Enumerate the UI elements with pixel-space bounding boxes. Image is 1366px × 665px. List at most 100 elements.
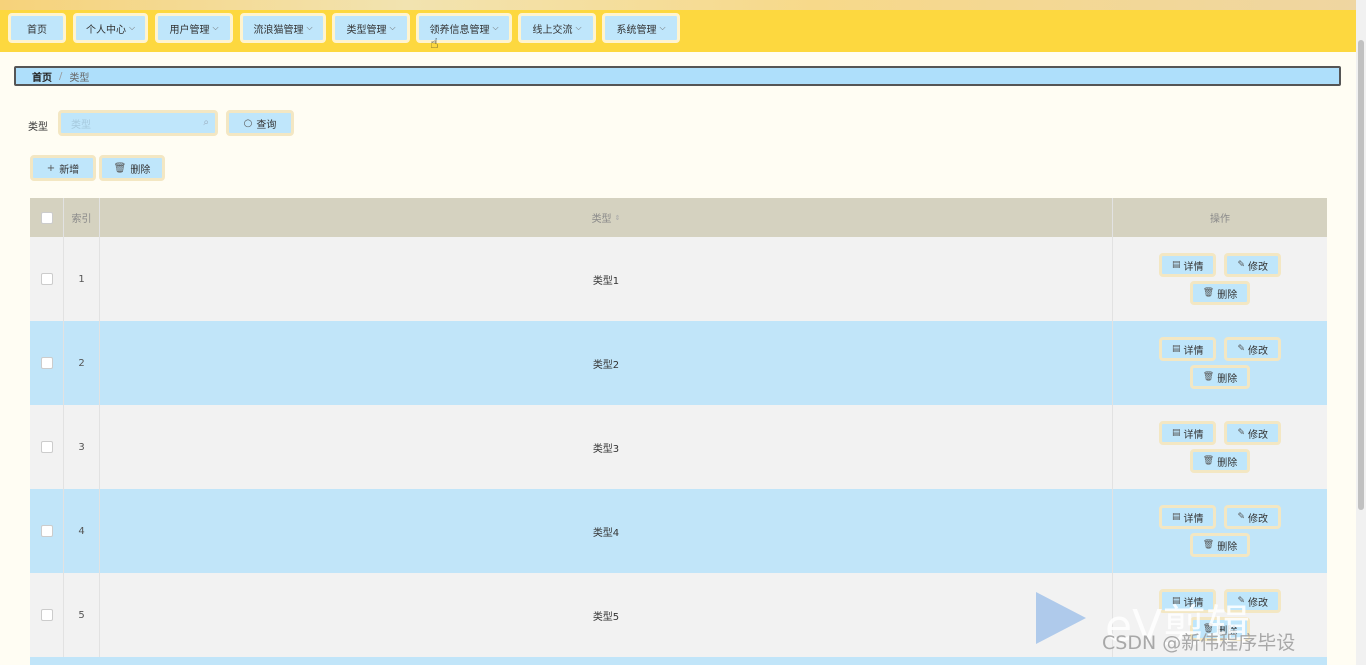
table-row-partial xyxy=(30,657,1327,665)
top-banner-strip xyxy=(0,0,1356,10)
nav-label: 线上交流 xyxy=(532,24,573,36)
row-checkbox[interactable] xyxy=(40,609,53,621)
document-icon: ▤ xyxy=(1171,344,1181,354)
chevron-down-icon: ⌵ xyxy=(659,23,666,32)
watermark-text: CSDN @新伟程序毕设 xyxy=(1102,632,1296,654)
header-checkbox-cell xyxy=(30,198,64,237)
search-input[interactable]: 类型 ⌕ xyxy=(58,110,218,136)
detail-label: 详情 xyxy=(1183,513,1204,525)
table-row: 1 类型1 ▤ 详情 ✎ 修改 🗑 删除 xyxy=(30,237,1327,321)
play-logo-icon xyxy=(1036,592,1086,644)
search-label: 类型 xyxy=(28,122,48,133)
search-icon: ⌕ xyxy=(203,117,209,128)
breadcrumb-current: 类型 xyxy=(69,72,90,84)
trash-icon: 🗑 xyxy=(1202,540,1215,550)
trash-icon: 🗑 xyxy=(1202,456,1215,466)
edit-button[interactable]: ✎ 修改 xyxy=(1224,421,1282,445)
detail-label: 详情 xyxy=(1183,429,1204,441)
row-index: 4 xyxy=(64,489,100,573)
chevron-down-icon: ⌵ xyxy=(306,23,313,32)
row-checkbox-cell xyxy=(30,573,64,657)
plus-icon: + xyxy=(46,162,56,174)
detail-button[interactable]: ▤ 详情 xyxy=(1158,421,1217,445)
delete-label: 删除 xyxy=(1217,541,1238,553)
page-scrollbar[interactable] xyxy=(1356,0,1366,665)
nav-item-home[interactable]: 首页 xyxy=(8,13,66,43)
row-checkbox[interactable] xyxy=(40,441,53,453)
pencil-icon: ✎ xyxy=(1237,512,1246,522)
scrollbar-thumb[interactable] xyxy=(1358,40,1364,510)
breadcrumb-home[interactable]: 首页 xyxy=(32,69,52,84)
delete-label: 删除 xyxy=(1217,373,1238,385)
edit-label: 修改 xyxy=(1248,261,1269,273)
delete-button[interactable]: 🗑 删除 xyxy=(1189,365,1251,389)
breadcrumb: 首页 / 类型 xyxy=(14,66,1341,86)
add-button-label: 新增 xyxy=(59,164,80,176)
row-ops: ▤ 详情 ✎ 修改 🗑 删除 xyxy=(1113,405,1327,489)
row-checkbox[interactable] xyxy=(40,273,53,285)
row-ops: ▤ 详情 ✎ 修改 🗑 删除 xyxy=(1113,489,1327,573)
nav-item-stray-cat-management[interactable]: 流浪猫管理 ⌵ xyxy=(240,13,326,43)
batch-delete-label: 删除 xyxy=(130,164,151,176)
edit-button[interactable]: ✎ 修改 xyxy=(1224,505,1282,529)
batch-delete-button[interactable]: 🗑 删除 xyxy=(99,155,165,181)
delete-label: 删除 xyxy=(1217,289,1238,301)
edit-button[interactable]: ✎ 修改 xyxy=(1224,253,1282,277)
delete-button[interactable]: 🗑 删除 xyxy=(1189,533,1251,557)
row-index: 2 xyxy=(64,321,100,405)
nav-item-online-communication[interactable]: 线上交流 ⌵ xyxy=(518,13,596,43)
hand-cursor-icon: ☝ xyxy=(430,36,439,52)
row-type: 类型5 xyxy=(100,573,1113,657)
nav-label: 流浪猫管理 xyxy=(253,24,304,36)
nav-label: 个人中心 xyxy=(85,24,126,36)
nav-item-type-management[interactable]: 类型管理 ⌵ xyxy=(332,13,410,43)
delete-button[interactable]: 🗑 删除 xyxy=(1189,281,1251,305)
row-ops: ▤ 详情 ✎ 修改 🗑 删除 xyxy=(1113,321,1327,405)
nav-label: 类型管理 xyxy=(346,24,387,36)
add-button[interactable]: + 新增 xyxy=(30,155,96,181)
chevron-down-icon: ⌵ xyxy=(212,23,219,32)
header-ops: 操作 xyxy=(1210,214,1230,225)
pencil-icon: ✎ xyxy=(1237,260,1246,270)
document-icon: ▤ xyxy=(1171,512,1181,522)
header-type-label: 类型 xyxy=(591,214,612,225)
select-all-checkbox[interactable] xyxy=(40,211,53,224)
search-button[interactable]: ○ 查询 xyxy=(226,110,294,136)
table-header: 索引 类型 ⇕ 操作 xyxy=(30,198,1327,237)
search-icon: ○ xyxy=(243,117,253,129)
chevron-down-icon: ⌵ xyxy=(575,23,582,32)
search-placeholder: 类型 xyxy=(71,119,91,131)
nav-item-personal-center[interactable]: 个人中心 ⌵ xyxy=(73,13,148,43)
row-type: 类型2 xyxy=(100,321,1113,405)
row-type: 类型4 xyxy=(100,489,1113,573)
detail-button[interactable]: ▤ 详情 xyxy=(1158,505,1217,529)
edit-label: 修改 xyxy=(1248,429,1269,441)
sort-icon[interactable]: ⇕ xyxy=(615,214,621,222)
delete-button[interactable]: 🗑 删除 xyxy=(1189,449,1251,473)
header-type[interactable]: 类型 ⇕ xyxy=(100,198,1113,237)
header-index: 索引 xyxy=(64,198,100,237)
trash-icon: 🗑 xyxy=(113,162,127,174)
row-checkbox-cell xyxy=(30,321,64,405)
chevron-down-icon: ⌵ xyxy=(128,23,136,32)
edit-button[interactable]: ✎ 修改 xyxy=(1224,337,1282,361)
document-icon: ▤ xyxy=(1171,428,1181,438)
row-checkbox[interactable] xyxy=(40,525,53,537)
row-checkbox[interactable] xyxy=(40,357,53,369)
top-navbar: 首页 个人中心 ⌵ 用户管理 ⌵ 流浪猫管理 ⌵ 类型管理 ⌵ 领养信息管理 ⌵ 线上交流… xyxy=(0,10,1356,52)
row-type: 类型1 xyxy=(100,237,1113,321)
detail-button[interactable]: ▤ 详情 xyxy=(1158,337,1217,361)
chevron-down-icon: ⌵ xyxy=(492,23,499,32)
pencil-icon: ✎ xyxy=(1237,428,1246,438)
row-type: 类型3 xyxy=(100,405,1113,489)
delete-label: 删除 xyxy=(1217,457,1238,469)
row-index: 3 xyxy=(64,405,100,489)
row-ops: ▤ 详情 ✎ 修改 🗑 删除 xyxy=(1113,237,1327,321)
table-row: 2 类型2 ▤ 详情 ✎ 修改 🗑 删除 xyxy=(30,321,1327,405)
nav-item-system-management[interactable]: 系统管理 ⌵ xyxy=(602,13,680,43)
edit-label: 修改 xyxy=(1248,345,1269,357)
detail-label: 详情 xyxy=(1183,261,1204,273)
trash-icon: 🗑 xyxy=(1202,372,1215,382)
nav-item-user-management[interactable]: 用户管理 ⌵ xyxy=(155,13,233,43)
detail-button[interactable]: ▤ 详情 xyxy=(1158,253,1217,277)
